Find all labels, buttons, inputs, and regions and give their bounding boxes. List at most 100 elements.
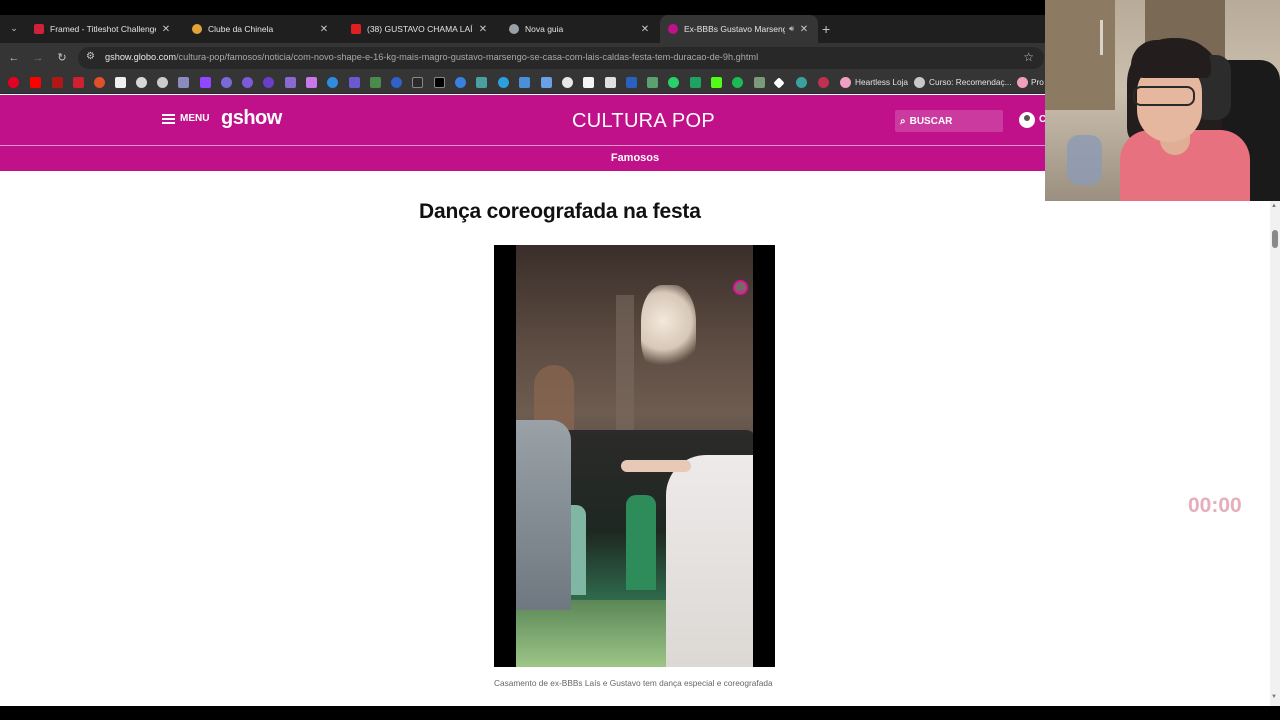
new-tab-icon[interactable]: + (822, 21, 830, 37)
close-tab-icon[interactable]: ✕ (639, 24, 651, 35)
bookmark-icon[interactable] (412, 77, 423, 88)
webcam-overlay (1045, 0, 1280, 201)
tab-clube-da-chinela[interactable]: Clube da Chinela ✕ (184, 15, 338, 43)
search-label: BUSCAR (909, 115, 953, 127)
gshow-logo[interactable]: gshow (221, 107, 282, 130)
browser-toolbar: ← → ↻ ⚙ gshow.globo.com/cultura-pop/famo… (0, 43, 1045, 72)
tab-title: (38) GUSTAVO CHAMA LAÍS DE (367, 24, 473, 34)
tab-nova-guia[interactable]: Nova guia ✕ (501, 15, 659, 43)
close-tab-icon[interactable]: ✕ (477, 24, 489, 35)
bookmark-icon[interactable] (818, 77, 829, 88)
bookmark-heartless-loja[interactable]: Heartless Loja (855, 77, 908, 87)
bookmark-icon[interactable] (327, 77, 338, 88)
whatsapp-bookmark-icon[interactable] (668, 77, 679, 88)
url-text[interactable]: gshow.globo.com/cultura-pop/famosos/noti… (105, 52, 758, 62)
webcam-object (1067, 135, 1102, 185)
pinterest-bookmark-icon[interactable] (8, 77, 19, 88)
bookmark-icon[interactable] (605, 77, 616, 88)
bookmark-icon[interactable] (519, 77, 530, 88)
tab-title: Nova guia (525, 24, 564, 34)
bookmark-icon[interactable] (94, 77, 105, 88)
bookmark-icon[interactable] (455, 77, 466, 88)
tab-youtube[interactable]: (38) GUSTAVO CHAMA LAÍS DE ✕ (343, 15, 497, 43)
forward-arrow-icon[interactable]: → (30, 50, 46, 66)
bookmark-icon[interactable] (285, 77, 296, 88)
scroll-up-icon[interactable]: ▲ (1271, 203, 1277, 209)
bookmark-icon[interactable] (157, 77, 168, 88)
youtube-bookmark-icon[interactable] (30, 77, 41, 88)
bookmark-icon[interactable] (136, 77, 147, 88)
search-icon: ⌕ (900, 115, 906, 127)
back-arrow-icon[interactable]: ← (6, 50, 22, 66)
site-info-icon[interactable]: ⚙ (86, 51, 95, 62)
youtube-favicon-icon (351, 24, 361, 34)
close-tab-icon[interactable]: ✕ (160, 24, 172, 35)
bookmark-icon[interactable] (773, 77, 785, 89)
bookmark-icon[interactable] (626, 77, 637, 88)
bookmark-icon[interactable] (562, 77, 573, 88)
bookmark-icon[interactable] (754, 77, 765, 88)
bookmark-icon[interactable] (115, 77, 126, 88)
heart-icon (840, 77, 851, 88)
video-player[interactable] (494, 245, 775, 667)
url-host: gshow.globo.com (105, 52, 176, 62)
reload-icon[interactable]: ↻ (54, 50, 70, 66)
gshow-favicon-icon (668, 24, 678, 34)
bookmark-icon[interactable] (221, 77, 232, 88)
user-avatar-icon[interactable] (1019, 112, 1035, 128)
bookmark-icon[interactable] (796, 77, 807, 88)
bookmark-pro[interactable]: Pro (1031, 77, 1044, 87)
spotify-bookmark-icon[interactable] (732, 77, 743, 88)
bookmark-icon[interactable] (391, 77, 402, 88)
scrollbar-thumb[interactable] (1272, 230, 1278, 248)
section-title[interactable]: CULTURA POP (572, 110, 715, 133)
video-scene-groom (516, 420, 571, 610)
bookmark-curso[interactable]: Curso: Recomendaç... (929, 77, 1012, 87)
menu-label: MENU (180, 113, 210, 124)
bookmark-icon[interactable] (263, 77, 274, 88)
bookmark-icon[interactable] (541, 77, 552, 88)
video-frame (516, 245, 753, 667)
loading-spinner-icon (733, 280, 748, 295)
tab-title: Ex-BBBs Gustavo Marsengo (684, 24, 785, 34)
article-heading: Dança coreografada na festa (419, 200, 701, 223)
bookmark-icon[interactable] (73, 77, 84, 88)
bookmark-icon[interactable] (306, 77, 317, 88)
video-scene-flowers (641, 285, 696, 375)
bookmarks-bar: Heartless Loja Curso: Recomendaç... Pro (0, 72, 1045, 94)
bookmark-icon (914, 77, 925, 88)
bookmark-icon[interactable] (434, 77, 445, 88)
bookmark-icon[interactable] (370, 77, 381, 88)
sheets-bookmark-icon[interactable] (690, 77, 701, 88)
menu-button[interactable]: MENU (162, 113, 209, 124)
chinela-favicon-icon (192, 24, 202, 34)
stream-timer: 00:00 (1188, 494, 1242, 517)
bookmark-icon[interactable] (242, 77, 253, 88)
framed-favicon-icon (34, 24, 44, 34)
tab-title: Clube da Chinela (208, 24, 274, 34)
tab-framed[interactable]: Framed - Titleshot Challenge ✕ (26, 15, 180, 43)
telegram-bookmark-icon[interactable] (498, 77, 509, 88)
close-tab-icon[interactable]: ✕ (318, 24, 330, 35)
scrollbar-track[interactable] (1270, 200, 1280, 706)
bookmark-icon[interactable] (476, 77, 487, 88)
twitch-bookmark-icon[interactable] (200, 77, 211, 88)
bookmark-icon[interactable] (52, 77, 63, 88)
bookmark-star-icon[interactable]: ☆ (1023, 50, 1034, 64)
subnav-bar: Famosos (0, 145, 1045, 171)
scroll-down-icon[interactable]: ▼ (1271, 694, 1277, 700)
tab-search-icon[interactable]: ⌄ (6, 20, 22, 36)
close-tab-icon[interactable]: ✕ (798, 24, 810, 35)
speaker-icon[interactable]: 🔊︎ (789, 24, 794, 34)
url-path: /cultura-pop/famosos/noticia/com-novo-sh… (176, 52, 759, 62)
bookmark-icon[interactable] (647, 77, 658, 88)
bookmark-icon[interactable] (583, 77, 594, 88)
bookmark-icon[interactable] (349, 77, 360, 88)
address-bar[interactable]: ⚙ gshow.globo.com/cultura-pop/famosos/no… (78, 47, 1044, 69)
webcam-person-glasses (1133, 86, 1195, 106)
bookmark-icon[interactable] (178, 77, 189, 88)
search-button[interactable]: ⌕ BUSCAR (895, 110, 1003, 132)
kick-bookmark-icon[interactable] (711, 77, 722, 88)
screen: ⌄ Framed - Titleshot Challenge ✕ Clube d… (0, 0, 1280, 720)
tab-gshow-active[interactable]: Ex-BBBs Gustavo Marsengo 🔊︎ ✕ (660, 15, 818, 43)
